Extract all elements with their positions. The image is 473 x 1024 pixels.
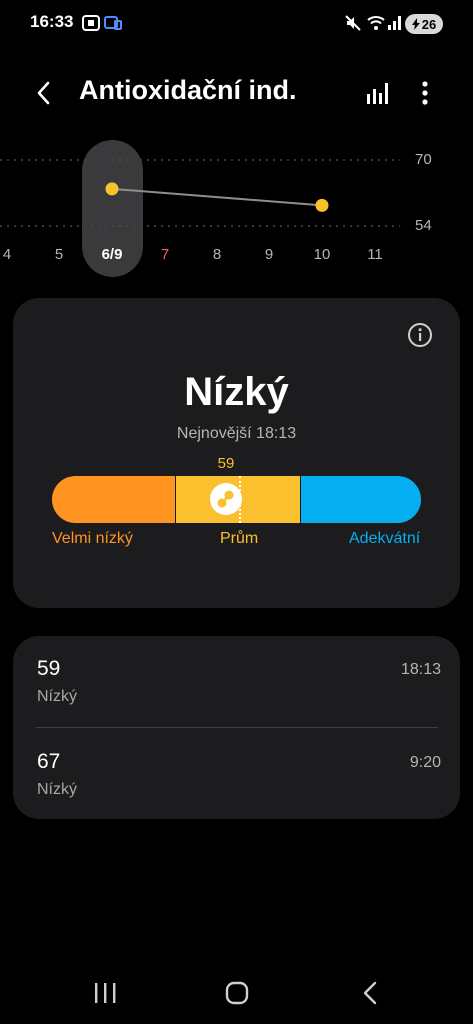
x-tick-label[interactable]: 4 (0, 246, 22, 263)
x-tick-label[interactable]: 8 (202, 246, 232, 263)
info-button[interactable] (407, 322, 433, 353)
x-tick-label[interactable]: 9 (254, 246, 284, 263)
summary-card (13, 298, 460, 608)
y-tick-top: 70 (415, 151, 432, 168)
indicator-value: 59 (217, 455, 235, 472)
x-tick-label[interactable]: 5 (44, 246, 74, 263)
data-point[interactable] (315, 198, 329, 212)
recents-icon (92, 983, 118, 1009)
info-icon (407, 323, 433, 352)
series-line (111, 187, 323, 207)
record-time[interactable]: 9:20 (410, 754, 441, 772)
record-time[interactable]: 18:13 (401, 661, 441, 679)
current-level: Nízký (184, 370, 289, 414)
range-label-average: Prům (220, 530, 259, 547)
home-button[interactable] (224, 981, 250, 1010)
home-icon (224, 981, 250, 1009)
recents-button[interactable] (92, 981, 118, 1010)
range-segment-very-low (52, 476, 176, 523)
nav-back-button[interactable] (358, 981, 384, 1010)
range-segment-adequate (301, 476, 421, 523)
antioxidant-marker-icon (209, 482, 243, 521)
record-level[interactable]: Nízký (37, 688, 77, 706)
record-level[interactable]: Nízký (37, 781, 77, 799)
record-divider (36, 727, 438, 728)
record-value[interactable]: 67 (37, 750, 60, 774)
latest-timestamp: Nejnovější 18:13 (176, 425, 297, 442)
x-tick-label[interactable]: 10 (307, 246, 337, 263)
y-tick-bottom: 54 (415, 217, 432, 234)
data-point[interactable] (105, 182, 119, 196)
nav-back-icon (358, 981, 384, 1009)
range-label-very-low: Velmi nízký (52, 530, 133, 547)
x-tick-label-selected[interactable]: 6/9 (97, 246, 127, 263)
record-value[interactable]: 59 (37, 657, 60, 681)
x-tick-label-weekend[interactable]: 7 (150, 246, 180, 263)
range-label-adequate: Adekvátní (349, 530, 421, 547)
x-tick-label[interactable]: 11 (360, 246, 390, 263)
